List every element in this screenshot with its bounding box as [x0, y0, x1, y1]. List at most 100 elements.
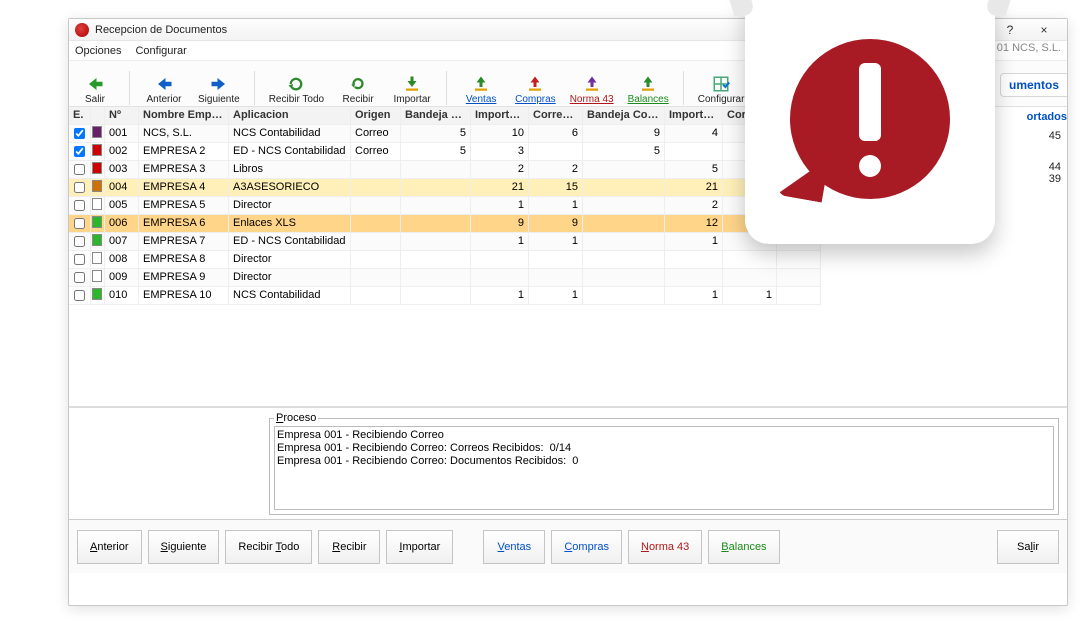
row-num: 005 — [105, 197, 139, 215]
row-origen — [351, 233, 401, 251]
row-check[interactable] — [69, 215, 91, 233]
row-bandeja-compras — [583, 251, 665, 269]
alert-icon — [790, 39, 950, 199]
row-checkbox[interactable] — [74, 218, 85, 229]
btn-importar[interactable]: Importar — [386, 530, 453, 564]
side-header-importados: ortados — [1027, 111, 1067, 123]
row-check[interactable] — [69, 143, 91, 161]
row-checkbox[interactable] — [74, 182, 85, 193]
row-num: 004 — [105, 179, 139, 197]
grid-check-icon — [712, 75, 730, 93]
row-importados-c: 4 — [665, 125, 723, 143]
row-correctos-v: 2 — [529, 161, 583, 179]
col-header[interactable]: Bandeja Ventas — [401, 107, 471, 125]
row-bandeja-compras — [583, 179, 665, 197]
col-header[interactable] — [91, 107, 105, 125]
col-header[interactable]: Importados — [665, 107, 723, 125]
col-header[interactable]: Importados — [471, 107, 529, 125]
row-checkbox[interactable] — [74, 254, 85, 265]
row-num: 002 — [105, 143, 139, 161]
btn-compras[interactable]: Compras — [551, 530, 622, 564]
refresh-icon — [287, 75, 305, 93]
btn-anterior[interactable]: Anterior — [77, 530, 142, 564]
row-color — [91, 161, 105, 179]
proceso-log[interactable]: Empresa 001 - Recibiendo Correo Empresa … — [274, 426, 1054, 510]
tool-recibir[interactable]: Recibir — [336, 65, 380, 105]
row-importados-v: 21 — [471, 179, 529, 197]
col-header[interactable]: Aplicacion — [229, 107, 351, 125]
row-check[interactable] — [69, 287, 91, 305]
row-app: Libros — [229, 161, 351, 179]
btn-balances[interactable]: Balances — [708, 530, 779, 564]
row-check[interactable] — [69, 179, 91, 197]
side-value-1: 45 — [1049, 130, 1061, 142]
col-header[interactable]: E. — [69, 107, 91, 125]
btn-siguiente[interactable]: Siguiente — [148, 530, 220, 564]
row-importados-v: 1 — [471, 287, 529, 305]
col-header[interactable]: Nombre Empresa — [139, 107, 229, 125]
row-check[interactable] — [69, 125, 91, 143]
row-app: Enlaces XLS — [229, 215, 351, 233]
menu-configurar[interactable]: Configurar — [135, 45, 186, 57]
tool-siguiente[interactable]: Siguiente — [196, 65, 242, 105]
row-num: 007 — [105, 233, 139, 251]
row-checkbox[interactable] — [74, 272, 85, 283]
btn-salir[interactable]: Salir — [997, 530, 1059, 564]
tool-recibir-todo[interactable]: Recibir Todo — [267, 65, 326, 105]
row-bandeja-compras — [583, 161, 665, 179]
tool-configurar[interactable]: Configurar — [696, 65, 747, 105]
upload-purple-icon — [583, 75, 601, 93]
row-tail — [777, 287, 821, 305]
btn-ventas[interactable]: Ventas — [483, 530, 545, 564]
col-header[interactable]: Origen — [351, 107, 401, 125]
side-tab-documentos[interactable]: umentos — [1000, 73, 1067, 97]
row-checkbox[interactable] — [74, 290, 85, 301]
row-check[interactable] — [69, 233, 91, 251]
row-correctos-v — [529, 251, 583, 269]
tool-compras[interactable]: Compras — [513, 65, 558, 105]
col-header[interactable]: Correctos — [529, 107, 583, 125]
row-checkbox[interactable] — [74, 146, 85, 157]
row-nombre: EMPRESA 2 — [139, 143, 229, 161]
row-num: 003 — [105, 161, 139, 179]
btn-recibir[interactable]: Recibir — [318, 530, 380, 564]
btn-norma43[interactable]: Norma 43 — [628, 530, 702, 564]
row-checkbox[interactable] — [74, 128, 85, 139]
row-correctos-v: 9 — [529, 215, 583, 233]
row-bandeja-ventas: 5 — [401, 125, 471, 143]
btn-recibir-todo[interactable]: Recibir Todo — [225, 530, 312, 564]
arrow-right-blue-icon — [210, 75, 228, 93]
row-origen — [351, 287, 401, 305]
row-bandeja-ventas — [401, 269, 471, 287]
row-importados-c: 12 — [665, 215, 723, 233]
row-origen — [351, 161, 401, 179]
tool-salir[interactable]: Salir — [73, 65, 117, 105]
tool-importar[interactable]: Importar — [390, 65, 434, 105]
col-header[interactable]: Bandeja Compras — [583, 107, 665, 125]
row-num: 010 — [105, 287, 139, 305]
row-app: A3ASESORIECO — [229, 179, 351, 197]
tool-balances[interactable]: Balances — [626, 65, 671, 105]
row-correctos-v: 15 — [529, 179, 583, 197]
row-check[interactable] — [69, 269, 91, 287]
alert-overlay — [745, 0, 995, 244]
row-importados-c: 1 — [665, 233, 723, 251]
upload-green2-icon — [639, 75, 657, 93]
upload-red-icon — [526, 75, 544, 93]
row-bandeja-compras: 5 — [583, 143, 665, 161]
row-check[interactable] — [69, 197, 91, 215]
row-checkbox[interactable] — [74, 236, 85, 247]
col-header[interactable]: Nº — [105, 107, 139, 125]
tool-anterior[interactable]: Anterior — [142, 65, 186, 105]
row-check[interactable] — [69, 251, 91, 269]
row-check[interactable] — [69, 161, 91, 179]
menu-opciones[interactable]: Opciones — [75, 45, 121, 57]
help-button[interactable]: ? — [993, 20, 1027, 40]
proceso-panel: Proceso Empresa 001 - Recibiendo Correo … — [69, 407, 1067, 519]
row-checkbox[interactable] — [74, 200, 85, 211]
tool-ventas[interactable]: Ventas — [459, 65, 503, 105]
row-app: NCS Contabilidad — [229, 125, 351, 143]
row-checkbox[interactable] — [74, 164, 85, 175]
tool-norma43[interactable]: Norma 43 — [568, 65, 616, 105]
close-button[interactable]: × — [1027, 20, 1061, 40]
